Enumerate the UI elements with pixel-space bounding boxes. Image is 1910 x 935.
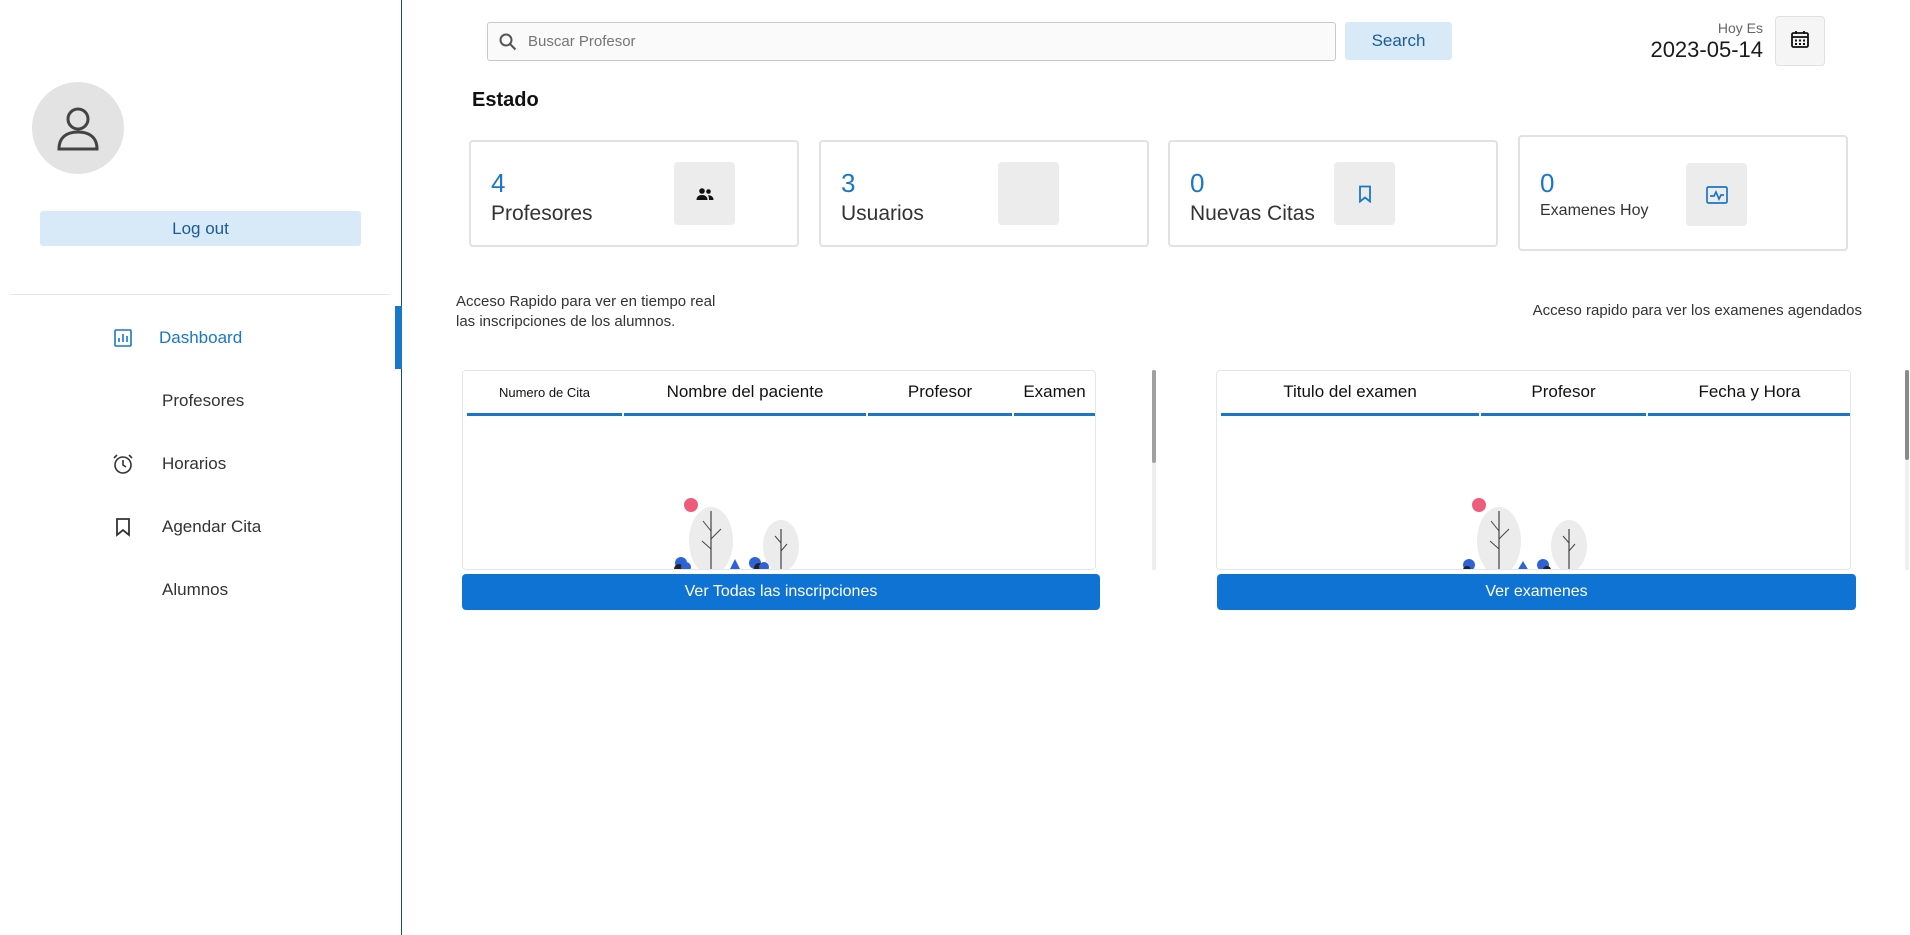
stat-card-nuevas-citas[interactable]: 0 Nuevas Citas	[1168, 140, 1498, 247]
enrollments-scrollbar[interactable]	[1152, 370, 1156, 570]
stat-label: Usuarios	[841, 202, 924, 225]
bookmark-icon	[1334, 162, 1395, 225]
stat-card-examenes-hoy[interactable]: 0 Examenes Hoy	[1518, 135, 1848, 251]
column-header[interactable]: Profesor	[1481, 371, 1646, 416]
search-button[interactable]: Search	[1345, 22, 1452, 60]
enrollments-table: Numero de Cita Nombre del paciente Profe…	[462, 370, 1096, 570]
users-icon	[998, 162, 1059, 225]
sidebar: Log out Dashboard Profesores Horarios Ag…	[0, 0, 402, 935]
monitor-pulse-icon	[1686, 163, 1747, 226]
column-header[interactable]: Titulo del examen	[1221, 371, 1479, 416]
sidebar-item-dashboard[interactable]: Dashboard	[0, 306, 402, 369]
logout-button[interactable]: Log out	[40, 211, 361, 246]
view-all-enrollments-button[interactable]: Ver Todas las inscripciones	[462, 574, 1100, 610]
sidebar-item-label: Dashboard	[159, 327, 243, 347]
column-header[interactable]: Numero de Cita	[467, 371, 622, 416]
page-scrollbar[interactable]	[1905, 370, 1909, 570]
today-date: 2023-05-14	[1650, 37, 1763, 62]
sidebar-item-profesores[interactable]: Profesores	[0, 369, 402, 432]
bar-chart-icon	[111, 326, 135, 350]
stat-label: Nuevas Citas	[1190, 202, 1315, 225]
sidebar-item-alumnos[interactable]: Alumnos	[0, 558, 402, 621]
caption-line: las inscripciones de los alumnos.	[456, 313, 676, 330]
calendar-button[interactable]	[1775, 16, 1825, 66]
exams-table: Titulo del examen Profesor Fecha y Hora	[1216, 370, 1851, 570]
stat-value: 0	[1540, 168, 1555, 198]
sidebar-item-horarios[interactable]: Horarios	[0, 432, 402, 495]
search-input[interactable]	[528, 33, 1308, 50]
bookmark-icon	[111, 515, 135, 539]
sidebar-item-label: Horarios	[162, 453, 227, 473]
column-header[interactable]: Fecha y Hora	[1648, 371, 1850, 416]
view-exams-button[interactable]: Ver examenes	[1217, 574, 1856, 610]
exams-caption: Acceso rapido para ver los examenes agen…	[1532, 302, 1862, 319]
alarm-clock-icon	[111, 452, 135, 476]
calendar-icon	[1790, 29, 1810, 54]
sidebar-item-agendar-cita[interactable]: Agendar Cita	[0, 495, 402, 558]
column-header[interactable]: Examen	[1014, 371, 1095, 416]
empty-state-illustration	[1463, 498, 1587, 569]
scrollbar-thumb[interactable]	[1152, 370, 1156, 463]
stat-label: Examenes Hoy	[1540, 202, 1649, 219]
stat-value: 4	[491, 168, 506, 198]
user-avatar-icon[interactable]	[32, 82, 124, 174]
active-indicator	[395, 306, 402, 369]
sidebar-divider	[10, 294, 390, 295]
scrollbar-thumb[interactable]	[1905, 370, 1909, 460]
section-title: Estado	[472, 89, 539, 111]
column-header[interactable]: Nombre del paciente	[624, 371, 866, 416]
sidebar-item-label: Agendar Cita	[162, 516, 262, 536]
sidebar-nav: Dashboard Profesores Horarios Agendar Ci…	[0, 306, 402, 621]
stat-value: 0	[1190, 168, 1205, 198]
caption-line: Acceso Rapido para ver en tiempo real	[456, 293, 716, 310]
today-label: Hoy Es	[1717, 20, 1763, 36]
search-bar	[487, 22, 1336, 61]
empty-state-illustration	[674, 498, 799, 569]
sidebar-item-label: Alumnos	[162, 579, 229, 599]
stat-value: 3	[841, 168, 856, 198]
column-header[interactable]: Profesor	[868, 371, 1012, 416]
stat-label: Profesores	[491, 202, 593, 225]
enrollments-caption: Acceso Rapido para ver en tiempo real la…	[456, 292, 756, 332]
people-icon	[674, 162, 735, 225]
search-icon	[488, 33, 528, 51]
stat-card-profesores[interactable]: 4 Profesores	[469, 140, 799, 247]
sidebar-item-label: Profesores	[162, 390, 245, 410]
stat-card-usuarios[interactable]: 3 Usuarios	[819, 140, 1149, 247]
